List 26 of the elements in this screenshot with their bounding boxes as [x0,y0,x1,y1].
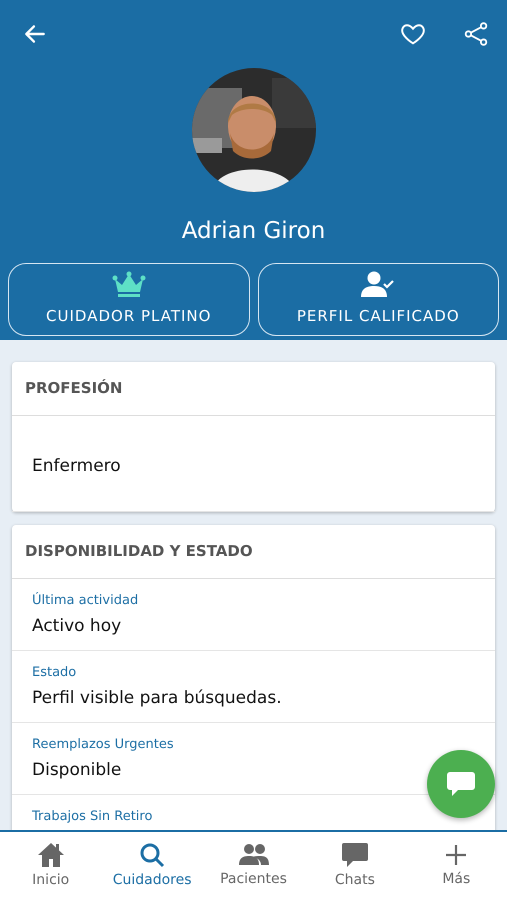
field-value: Enfermero [32,454,122,478]
field-value: Activo hoy [32,615,122,638]
nav-tab[interactable]: Inicio [0,832,102,900]
section-title: DISPONIBILIDAD Y ESTADO [12,525,495,578]
badge-button[interactable]: PERFIL CALIFICADO [258,262,499,336]
badge-button[interactable]: CUIDADOR PLATINO [8,262,250,336]
crown-icon [112,270,146,297]
user-check-icon [361,270,396,297]
nav-tab[interactable]: Chats [304,832,406,900]
field-value: Perfil visible para búsquedas. [32,687,283,710]
field-value: Disponible [32,759,122,782]
plus-icon [444,842,468,866]
nav-tab[interactable]: Más [406,832,507,900]
nav-tab[interactable]: Cuidadores [101,832,203,900]
people-icon [238,842,269,866]
field-label: Última actividad [32,591,140,610]
field-label: Trabajos Sin Retiro [32,808,154,826]
search-icon [139,842,166,868]
nav-tab[interactable]: Pacientes [202,832,304,900]
field-label: Estado [32,664,78,682]
section-title: PROFESIÓN [12,362,495,416]
chat-icon [340,842,369,868]
speech-bubble-icon [446,770,476,798]
home-icon [36,842,65,868]
field-label: Reemplazos Urgentes [32,736,175,754]
profile-name: Adrian Giron [182,217,326,246]
